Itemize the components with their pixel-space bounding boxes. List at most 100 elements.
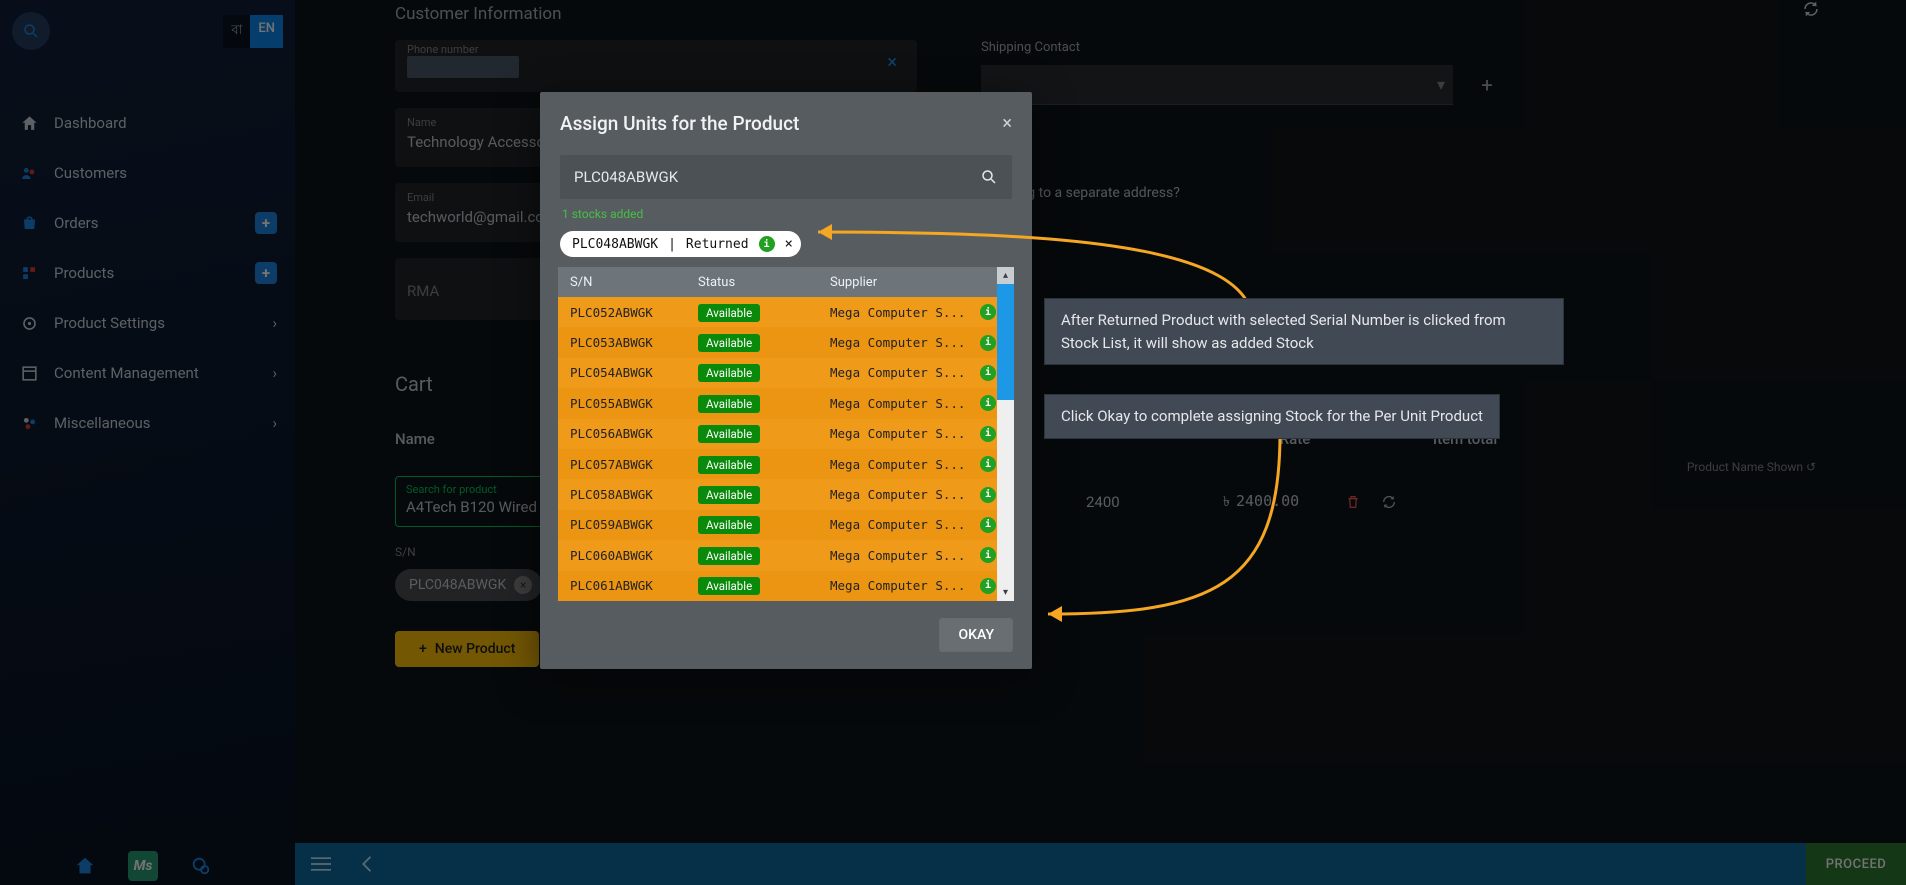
nav-label: Orders bbox=[54, 214, 99, 232]
nav-label: Customers bbox=[54, 164, 127, 182]
info-icon[interactable]: i bbox=[980, 578, 996, 594]
bottom-bar: PROCEED bbox=[295, 843, 1906, 885]
add-icon[interactable]: + bbox=[255, 262, 277, 284]
info-icon[interactable]: i bbox=[980, 456, 996, 472]
sn-chip[interactable]: PLC048ABWGK × bbox=[395, 569, 542, 601]
available-badge: Available bbox=[698, 425, 760, 443]
refresh-row-icon[interactable] bbox=[1381, 494, 1397, 510]
stock-row[interactable]: PLC059ABWGKAvailableMega Computer S...i bbox=[558, 510, 1014, 540]
row-status: Available bbox=[698, 396, 830, 411]
info-icon[interactable]: i bbox=[980, 487, 996, 503]
sidebar-item-customers[interactable]: Customers bbox=[0, 148, 295, 198]
stock-row[interactable]: PLC061ABWGKAvailableMega Computer S...i bbox=[558, 571, 1014, 601]
hamburger-icon[interactable] bbox=[311, 856, 331, 872]
settings-small-icon[interactable] bbox=[186, 851, 216, 881]
sidebar-item-orders[interactable]: Orders + bbox=[0, 198, 295, 248]
content-icon bbox=[18, 362, 40, 384]
delete-row-icon[interactable] bbox=[1345, 494, 1361, 510]
nav-label: Content Management bbox=[54, 364, 199, 382]
gear-icon bbox=[18, 312, 40, 334]
home-small-icon[interactable] bbox=[70, 851, 100, 881]
dialog-title: Assign Units for the Product bbox=[560, 112, 799, 135]
info-icon[interactable]: i bbox=[980, 517, 996, 533]
nav-label: Miscellaneous bbox=[54, 414, 151, 432]
sidebar-item-dashboard[interactable]: Dashboard bbox=[0, 98, 295, 148]
add-shipping-icon[interactable]: + bbox=[1475, 73, 1499, 97]
row-supplier: Mega Computer S... bbox=[830, 426, 980, 441]
row-status: Available bbox=[698, 548, 830, 563]
row-supplier: Mega Computer S... bbox=[830, 365, 980, 380]
sidebar-item-products[interactable]: Products + bbox=[0, 248, 295, 298]
lang-en[interactable]: EN bbox=[250, 15, 283, 48]
caret-down-icon: ▾ bbox=[1437, 75, 1445, 94]
chip-sep: | bbox=[668, 237, 676, 252]
available-badge: Available bbox=[698, 364, 760, 382]
refresh-icon[interactable] bbox=[1802, 0, 1820, 18]
language-toggle[interactable]: বা EN bbox=[223, 15, 283, 48]
stock-row[interactable]: PLC060ABWGKAvailableMega Computer S...i bbox=[558, 540, 1014, 570]
row-sn: PLC058ABWGK bbox=[558, 487, 698, 502]
clear-phone-icon[interactable]: × bbox=[887, 52, 905, 73]
chevron-right-icon: › bbox=[272, 414, 277, 432]
info-icon[interactable]: i bbox=[980, 547, 996, 563]
proceed-button[interactable]: PROCEED bbox=[1806, 843, 1906, 885]
phone-field[interactable]: Phone number × bbox=[395, 40, 917, 92]
sidebar-search-button[interactable] bbox=[12, 12, 50, 50]
dialog-search-input[interactable]: PLC048ABWGK bbox=[560, 155, 1012, 199]
chevron-right-icon: › bbox=[272, 364, 277, 382]
chip-remove-icon[interactable]: × bbox=[514, 576, 532, 594]
dialog-search-value: PLC048ABWGK bbox=[574, 168, 678, 186]
blocks-icon bbox=[18, 262, 40, 284]
row-status: Available bbox=[698, 487, 830, 502]
lang-bn[interactable]: বা bbox=[223, 15, 250, 48]
info-icon: i bbox=[759, 236, 775, 252]
stock-row[interactable]: PLC057ABWGKAvailableMega Computer S...i bbox=[558, 449, 1014, 479]
phone-label: Phone number bbox=[407, 43, 519, 56]
annotation-arrow-2 bbox=[1030, 428, 1290, 628]
stock-row[interactable]: PLC056ABWGKAvailableMega Computer S...i bbox=[558, 419, 1014, 449]
stock-row[interactable]: PLC058ABWGKAvailableMega Computer S...i bbox=[558, 479, 1014, 509]
stock-row[interactable]: PLC055ABWGKAvailableMega Computer S...i bbox=[558, 388, 1014, 418]
row-sn: PLC054ABWGK bbox=[558, 365, 698, 380]
row-status: Available bbox=[698, 426, 830, 441]
available-badge: Available bbox=[698, 577, 760, 595]
annotation-text: Click Okay to complete assigning Stock f… bbox=[1044, 394, 1500, 439]
misc-icon bbox=[18, 412, 40, 434]
dialog-close-icon[interactable]: × bbox=[1002, 113, 1012, 134]
sn-chip-label: PLC048ABWGK bbox=[409, 577, 506, 593]
row-sn: PLC052ABWGK bbox=[558, 305, 698, 320]
scroll-down-icon[interactable]: ▾ bbox=[997, 584, 1014, 601]
btn-label: New Product bbox=[435, 641, 516, 657]
added-stock-chip[interactable]: PLC048ABWGK | Returned i × bbox=[560, 231, 801, 257]
row-sn: PLC061ABWGK bbox=[558, 578, 698, 593]
okay-button[interactable]: OKAY bbox=[940, 619, 1012, 651]
annotation-text: After Returned Product with selected Ser… bbox=[1044, 298, 1564, 365]
info-icon[interactable]: i bbox=[980, 365, 996, 381]
sidebar-item-miscellaneous[interactable]: Miscellaneous › bbox=[0, 398, 295, 448]
bag-icon bbox=[18, 212, 40, 234]
add-icon[interactable]: + bbox=[255, 212, 277, 234]
info-icon[interactable]: i bbox=[980, 426, 996, 442]
sidebar: বা EN Dashboard Customers Or bbox=[0, 0, 295, 885]
sidebar-item-product-settings[interactable]: Product Settings › bbox=[0, 298, 295, 348]
back-icon[interactable] bbox=[359, 855, 373, 873]
available-badge: Available bbox=[698, 395, 760, 413]
row-status: Available bbox=[698, 517, 830, 532]
info-icon[interactable]: i bbox=[980, 395, 996, 411]
col-sn: S/N bbox=[558, 275, 698, 290]
nav-label: Dashboard bbox=[54, 114, 127, 132]
sidebar-item-content-management[interactable]: Content Management › bbox=[0, 348, 295, 398]
row-sn: PLC055ABWGK bbox=[558, 396, 698, 411]
available-badge: Available bbox=[698, 456, 760, 474]
new-product-button[interactable]: + New Product bbox=[395, 631, 539, 667]
stock-row[interactable]: PLC054ABWGKAvailable Mega Computer S...i bbox=[558, 358, 1014, 388]
available-badge: Available bbox=[698, 547, 760, 565]
shipping-select[interactable]: ▾ bbox=[981, 65, 1453, 105]
users-icon bbox=[18, 162, 40, 184]
chip-remove-icon[interactable]: × bbox=[785, 236, 793, 252]
customer-info-title: Customer Information bbox=[295, 0, 1906, 40]
search-icon[interactable] bbox=[980, 168, 998, 186]
chip-status: Returned bbox=[686, 237, 749, 252]
row-sn: PLC053ABWGK bbox=[558, 335, 698, 350]
ms-logo-icon[interactable]: Ms bbox=[128, 851, 158, 881]
